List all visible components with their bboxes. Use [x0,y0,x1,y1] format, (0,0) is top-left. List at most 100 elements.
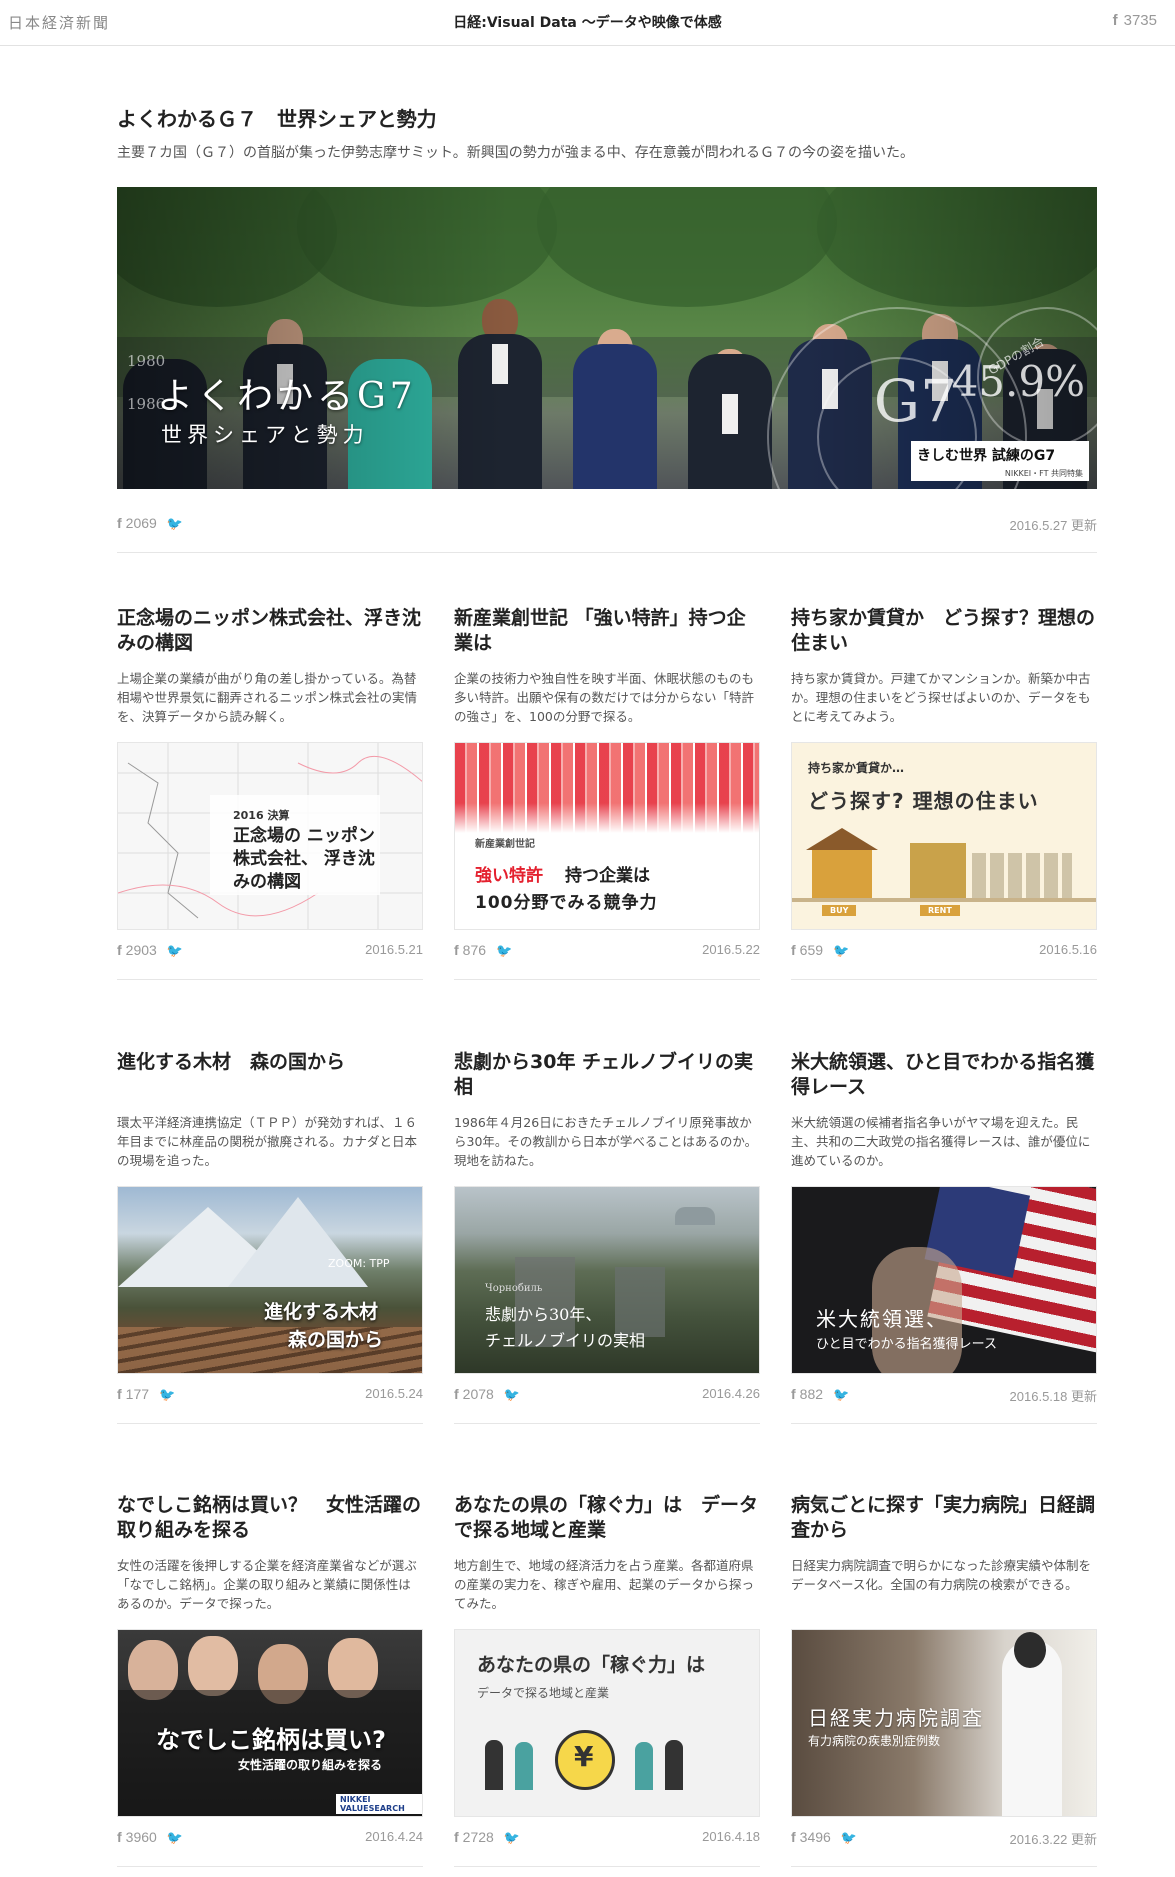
site-title[interactable]: 日経:Visual Data 〜データや映像で体感 [0,12,1175,32]
card-image[interactable]: なでしこ銘柄は買い? 女性活躍の取り組みを探る NIKKEI VALUESEAR… [117,1629,423,1817]
twitter-icon[interactable]: 🐦 [504,1387,520,1402]
card-image[interactable]: 日経実力病院調査 有力病院の疾患別症例数 [791,1629,1097,1817]
card-image[interactable]: 2016 決算 正念場の ニッポン株式会社、 浮き沈みの構図 [117,742,423,930]
twitter-icon[interactable]: 🐦 [167,516,183,531]
facebook-icon[interactable]: f [791,1829,796,1845]
card-image-red: 強い特許 [475,866,543,886]
twitter-icon[interactable]: 🐦 [833,943,849,958]
twitter-icon[interactable]: 🐦 [841,1830,857,1845]
card-image-caption-2: 100分野でみる競争力 [475,893,658,913]
twitter-icon[interactable]: 🐦 [833,1387,849,1402]
card-image[interactable]: あなたの県の「稼ぐ力」は データで探る地域と産業 ¥ [454,1629,760,1817]
twitter-icon[interactable]: 🐦 [159,1387,175,1402]
card-date: 2016.4.24 [365,1829,423,1844]
facebook-icon[interactable]: f [117,1386,122,1402]
card-image[interactable]: 新産業創世記 強い特許 持つ企業は 100分野でみる競争力 [454,742,760,930]
total-share-count[interactable]: f 3735 [1113,12,1157,29]
fb-count: 177 [125,1386,150,1402]
article-card: 悲劇から30年 チェルノブイリの実相 1986年４月26日におきたチェルノブイリ… [454,1050,760,1424]
card-meta: f 659 🐦 2016.5.16 [791,942,1097,980]
facebook-icon[interactable]: f [791,942,796,958]
card-image[interactable]: ZOOM: TPP 進化する木材 森の国から [117,1186,423,1374]
article-card: 病気ごとに探す「実力病院」日経調査から 日経実力病院調査で明らかになった診療実績… [791,1493,1097,1867]
hero-g7-label: G7 [873,367,957,435]
card-image-caption-1: 悲劇から30年、 [485,1305,602,1324]
fb-count: 2069 [125,515,157,531]
card-image-caption-1: 日経実力病院調査 [808,1706,984,1730]
card-meta: f 882 🐦 2016.5.18 更新 [791,1386,1097,1424]
card-title[interactable]: 新産業創世記 「強い特許」持つ企業は [454,606,760,656]
twitter-icon[interactable]: 🐦 [504,1830,520,1845]
hero-date: 2016.5.27 更新 [1009,518,1097,533]
twitter-icon[interactable]: 🐦 [496,943,512,958]
card-meta: f 2728 🐦 2016.4.18 [454,1829,760,1867]
facebook-icon[interactable]: f [791,1386,796,1402]
card-title[interactable]: 米大統領選、ひと目でわかる指名獲得レース [791,1050,1097,1100]
card-title[interactable]: 持ち家か賃貸か どう探す？理想の住まい [791,606,1097,656]
hero-gdp-value: 45.9% [951,357,1085,406]
card-image-caption-1: なでしこ銘柄は買い? [156,1726,386,1754]
card-date: 2016.5.16 [1039,942,1097,957]
facebook-icon[interactable]: f [454,1386,459,1402]
card-image-caption-2: チェルノブイリの実相 [485,1331,646,1350]
article-card: 新産業創世記 「強い特許」持つ企業は 企業の技術力や独自性を映す半面、休眠状態の… [454,606,760,980]
card-title[interactable]: あなたの県の「稼ぐ力」は データで探る地域と産業 [454,1493,760,1543]
card-date: 2016.3.22 更新 [1009,1832,1097,1847]
fb-count: 3496 [799,1829,831,1845]
card-image-caption-1: 進化する木材 [264,1301,379,1323]
card-title[interactable]: 病気ごとに探す「実力病院」日経調査から [791,1493,1097,1543]
buy-label: BUY [822,905,857,916]
card-image[interactable]: Чорнобиль 悲劇から30年、 チェルノブイリの実相 [454,1186,760,1374]
article-card: 持ち家か賃貸か どう探す？理想の住まい 持ち家か賃貸か。戸建てかマンションか。新… [791,606,1097,980]
card-date: 2016.4.18 [702,1829,760,1844]
card-title[interactable]: 悲劇から30年 チェルノブイリの実相 [454,1050,760,1100]
article-card: 進化する木材 森の国から 環太平洋経済連携協定（ＴＰＰ）が発効すれば、１６年目ま… [117,1050,423,1424]
card-image-caption-2: 有力病院の疾患別症例数 [808,1734,941,1748]
fb-count: 876 [462,942,487,958]
card-image-caption-1: 米大統領選、 [816,1307,948,1331]
card-title[interactable]: なでしこ銘柄は買い？ 女性活躍の取り組みを探る [117,1493,423,1543]
card-description: 上場企業の業績が曲がり角の差し掛かっている。為替相場や世界景気に翻弄されるニッポ… [117,671,418,724]
facebook-icon[interactable]: f [117,1829,122,1845]
hero-image[interactable]: 1980 1986 よくわかるG7 世界シェアと勢力 G7 GDPの割合 45.… [117,187,1097,489]
card-title[interactable]: 進化する木材 森の国から [117,1050,423,1075]
fb-count: 882 [799,1386,824,1402]
twitter-icon[interactable]: 🐦 [167,943,183,958]
facebook-icon[interactable]: f [117,515,122,531]
twitter-icon[interactable]: 🐦 [167,1830,183,1845]
card-image-caption-1: 持つ企業は [565,866,650,886]
card-description: 環太平洋経済連携協定（ＴＰＰ）が発効すれば、１６年目までに林産品の関税が撤廃され… [117,1115,418,1168]
facebook-icon[interactable]: f [117,942,122,958]
card-title[interactable]: 正念場のニッポン株式会社、浮き沈みの構図 [117,606,423,656]
article-card: あなたの県の「稼ぐ力」は データで探る地域と産業 地方創生で、地域の経済活力を占… [454,1493,760,1867]
card-image[interactable]: 米大統領選、 ひと目でわかる指名獲得レース [791,1186,1097,1374]
rent-label: RENT [920,905,960,916]
card-meta: f 2078 🐦 2016.4.26 [454,1386,760,1424]
card-meta: f 876 🐦 2016.5.22 [454,942,760,980]
facebook-icon[interactable]: f [454,942,459,958]
card-image-caption-2: 女性活躍の取り組みを探る [238,1758,383,1772]
card-meta: f 3496 🐦 2016.3.22 更新 [791,1829,1097,1867]
hero-meta: f 2069 🐦 2016.5.27 更新 [117,503,1097,553]
card-date: 2016.5.22 [702,942,760,957]
card-description: 地方創生で、地域の経済活力を占う産業。各都道府県の産業の実力を、稼ぎや雇用、起業… [454,1558,755,1611]
card-meta: f 177 🐦 2016.5.24 [117,1386,423,1424]
facebook-icon[interactable]: f [454,1829,459,1845]
hero-title[interactable]: よくわかるＧ７ 世界シェアと勢力 [117,105,1097,133]
hero-image-title: よくわかるG7 [157,376,417,417]
card-image-caption-2: 森の国から [288,1329,384,1351]
card-description: 企業の技術力や独自性を映す半面、休眠状態のものも多い特許。出願や保有の数だけでは… [454,671,755,724]
card-image-caption-2: データで探る地域と産業 [477,1686,610,1700]
fb-count: 2903 [125,942,157,958]
card-description: 女性の活躍を後押しする企業を経済産業省などが選ぶ「なでしこ銘柄」。企業の取り組み… [117,1558,417,1611]
share-count-text: 3735 [1123,12,1157,29]
card-image-caption: 正念場の ニッポン株式会社、 浮き沈みの構図 [233,826,375,892]
hero-badge-sub: NIKKEI・FT 共同特集 [1004,469,1083,478]
card-date: 2016.5.24 [365,1386,423,1401]
article-card: 米大統領選、ひと目でわかる指名獲得レース 米大統領選の候補者指名争いがヤマ場を迎… [791,1050,1097,1424]
hero-badge-title: きしむ世界 試練のG7 [917,448,1056,464]
article-card: なでしこ銘柄は買い？ 女性活躍の取り組みを探る 女性の活躍を後押しする企業を経済… [117,1493,423,1867]
card-date: 2016.4.26 [702,1386,760,1401]
card-image[interactable]: 持ち家か賃貸か… どう探す? 理想の住まい BUY RENT [791,742,1097,930]
card-image-small: Чорнобиль [485,1283,543,1294]
